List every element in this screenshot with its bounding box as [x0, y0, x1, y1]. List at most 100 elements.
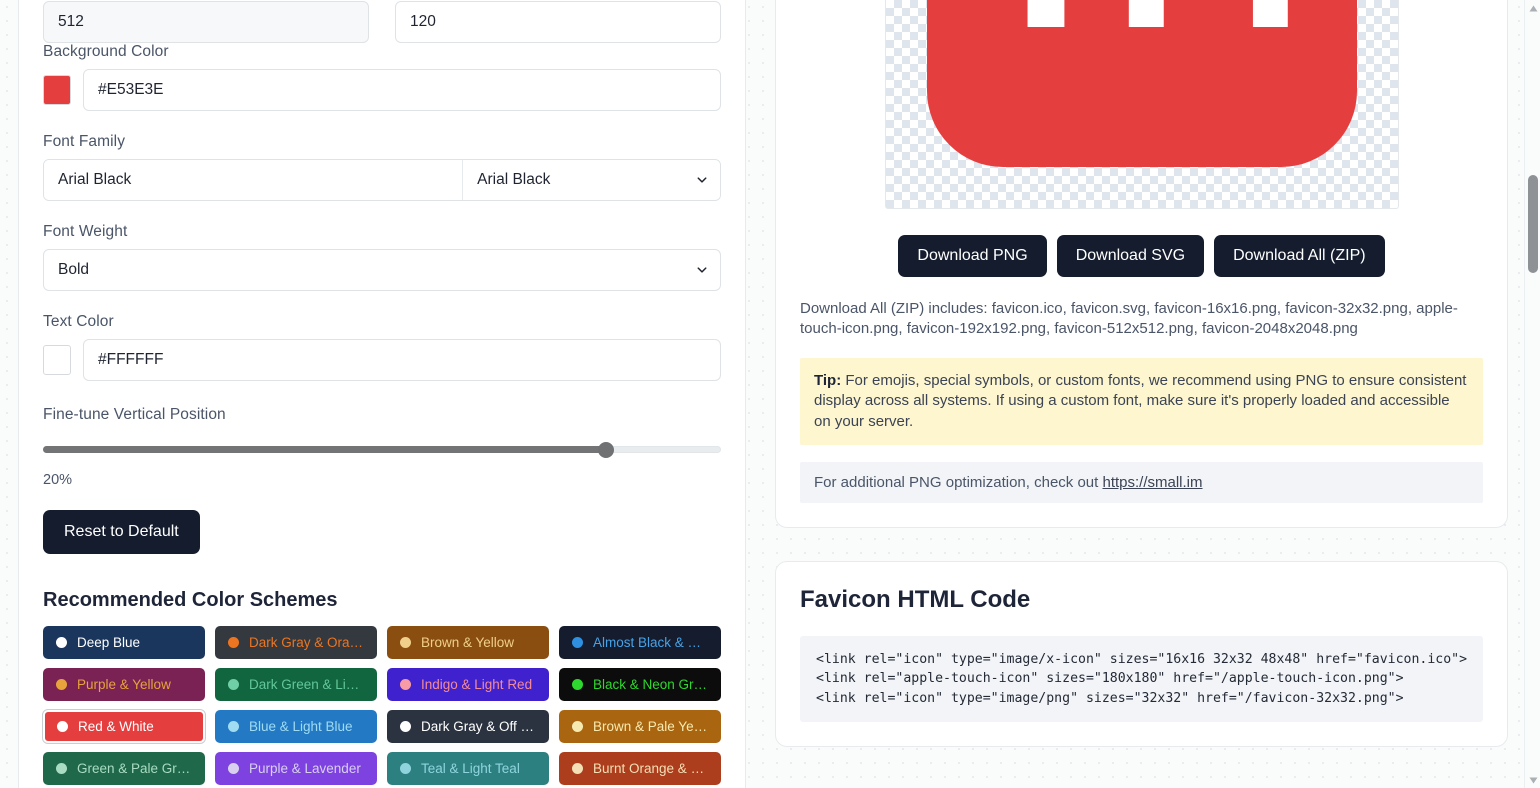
color-scheme-label: Blue & Light Blue: [249, 719, 353, 734]
font-weight-select[interactable]: Bold: [43, 249, 721, 291]
preview-column: TM Download PNG Download SVG Download Al…: [775, 0, 1508, 780]
color-schemes-grid: Deep Blue Dark Gray & Orange Brown & Yello…: [43, 626, 721, 788]
color-scheme-dot-icon: [56, 637, 67, 648]
color-scheme-dot-icon: [228, 763, 239, 774]
color-scheme-label: Dark Green & Light ...: [249, 677, 364, 692]
color-scheme-label: Burnt Orange & Pea...: [593, 761, 708, 776]
background-color-input[interactable]: [83, 69, 721, 111]
favicon-preview-canvas: TM: [884, 0, 1399, 209]
color-scheme-label: Brown & Pale Yellow: [593, 719, 708, 734]
text-color-swatch[interactable]: [43, 345, 71, 375]
color-scheme-dot-icon: [572, 721, 583, 732]
color-scheme-button[interactable]: Indigo & Light Red: [387, 668, 549, 701]
color-scheme-label: Dark Gray & Off Whi...: [421, 719, 536, 734]
text-color-label: Text Color: [43, 313, 114, 330]
color-scheme-label: Black & Neon Green: [593, 677, 708, 692]
text-color-row: [43, 339, 721, 381]
favicon-code-block[interactable]: <link rel="icon" type="image/x-icon" siz…: [800, 635, 1483, 723]
page-scrollbar[interactable]: [1524, 0, 1540, 788]
background-color-row: [43, 69, 721, 111]
color-scheme-label: Indigo & Light Red: [421, 677, 533, 692]
color-scheme-dot-icon: [572, 679, 583, 690]
color-scheme-button[interactable]: Teal & Light Teal: [387, 752, 549, 785]
reset-to-default-button[interactable]: Reset to Default: [43, 510, 200, 554]
download-buttons-row: Download PNG Download SVG Download All (…: [800, 235, 1483, 277]
favicon-code-title: Favicon HTML Code: [800, 585, 1031, 613]
color-scheme-button[interactable]: Green & Pale Green: [43, 752, 205, 785]
color-scheme-button[interactable]: Purple & Lavender: [215, 752, 377, 785]
tip-callout: Tip: For emojis, special symbols, or cus…: [800, 358, 1483, 445]
color-scheme-button[interactable]: Deep Blue: [43, 626, 205, 659]
scroll-down-arrow-icon[interactable]: [1525, 772, 1540, 788]
color-scheme-dot-icon: [56, 763, 67, 774]
optimization-prefix: For additional PNG optimization, check o…: [814, 473, 1103, 491]
color-scheme-label: Dark Gray & Orange: [249, 635, 364, 650]
color-scheme-button[interactable]: Black & Neon Green: [559, 668, 721, 701]
color-scheme-button[interactable]: Red & White: [43, 710, 205, 743]
favicon-code-card: Favicon HTML Code <link rel="icon" type=…: [775, 560, 1508, 748]
color-schemes-title: Recommended Color Schemes: [43, 589, 338, 611]
color-scheme-button[interactable]: Dark Gray & Orange: [215, 626, 377, 659]
tip-text: For emojis, special symbols, or custom f…: [814, 372, 1467, 430]
color-scheme-label: Purple & Yellow: [77, 677, 171, 692]
app-page: Background Color Font Family Arial Black…: [0, 0, 1540, 788]
color-scheme-label: Purple & Lavender: [249, 761, 361, 776]
vertical-position-slider[interactable]: [43, 440, 721, 460]
download-png-button[interactable]: Download PNG: [898, 235, 1047, 277]
settings-panel: Background Color Font Family Arial Black…: [18, 0, 746, 788]
color-scheme-dot-icon: [572, 763, 583, 774]
color-scheme-label: Red & White: [78, 719, 154, 734]
color-scheme-button[interactable]: Brown & Pale Yellow: [559, 710, 721, 743]
color-scheme-label: Teal & Light Teal: [421, 761, 520, 776]
color-scheme-dot-icon: [228, 637, 239, 648]
font-weight-value: Bold: [58, 261, 90, 278]
chevron-down-icon: [697, 177, 707, 183]
scroll-up-arrow-icon[interactable]: [1525, 0, 1540, 16]
color-scheme-dot-icon: [57, 721, 68, 732]
color-scheme-button[interactable]: Dark Gray & Off Whi...: [387, 710, 549, 743]
preview-card: TM Download PNG Download SVG Download Al…: [775, 0, 1508, 528]
font-family-select-value: Arial Black: [477, 171, 551, 188]
color-scheme-dot-icon: [572, 637, 583, 648]
color-scheme-button[interactable]: Almost Black & Sky ...: [559, 626, 721, 659]
font-weight-label: Font Weight: [43, 223, 128, 240]
color-scheme-dot-icon: [400, 721, 411, 732]
font-family-input[interactable]: [44, 160, 464, 200]
color-scheme-button[interactable]: Purple & Yellow: [43, 668, 205, 701]
favicon-text: TM: [979, 0, 1306, 58]
chevron-down-icon: [697, 267, 707, 273]
color-scheme-button[interactable]: Brown & Yellow: [387, 626, 549, 659]
background-color-label: Background Color: [43, 43, 169, 60]
color-scheme-label: Green & Pale Green: [77, 761, 192, 776]
slider-fill: [43, 446, 606, 453]
color-scheme-dot-icon: [56, 679, 67, 690]
vertical-position-value: 20%: [43, 472, 73, 488]
background-color-swatch[interactable]: [43, 75, 71, 105]
font-family-combo: Arial Black: [43, 159, 721, 201]
color-scheme-dot-icon: [228, 721, 239, 732]
color-scheme-button[interactable]: Burnt Orange & Pea...: [559, 752, 721, 785]
color-scheme-dot-icon: [400, 637, 411, 648]
download-svg-button[interactable]: Download SVG: [1056, 235, 1205, 277]
font-size-field-group: [395, 1, 721, 43]
color-scheme-button[interactable]: Dark Green & Light ...: [215, 668, 377, 701]
size-inputs-row: [43, 1, 721, 43]
slider-thumb[interactable]: [597, 442, 614, 458]
favicon-artwork: TM: [926, 0, 1357, 167]
font-size-input[interactable]: [395, 1, 721, 43]
zip-contents-note: Download All (ZIP) includes: favicon.ico…: [800, 300, 1458, 338]
scrollbar-thumb[interactable]: [1528, 175, 1538, 273]
font-family-label: Font Family: [43, 133, 126, 150]
download-zip-button[interactable]: Download All (ZIP): [1214, 235, 1385, 277]
vertical-position-label: Fine-tune Vertical Position: [43, 406, 226, 423]
size-field-group: [43, 1, 369, 43]
text-color-input[interactable]: [83, 339, 721, 381]
optimization-note: For additional PNG optimization, check o…: [800, 461, 1483, 503]
font-family-select[interactable]: Arial Black: [463, 160, 720, 200]
icon-size-input[interactable]: [43, 1, 369, 43]
tip-label: Tip:: [814, 372, 842, 390]
small-im-link[interactable]: https://small.im: [1102, 474, 1202, 491]
color-scheme-button[interactable]: Blue & Light Blue: [215, 710, 377, 743]
color-scheme-dot-icon: [400, 679, 411, 690]
color-scheme-label: Almost Black & Sky ...: [593, 635, 708, 650]
